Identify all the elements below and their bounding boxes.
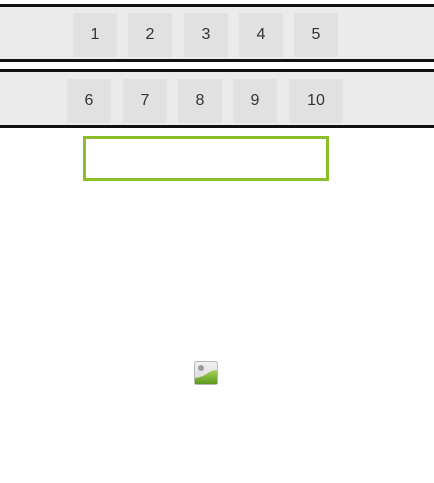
text-input[interactable] xyxy=(83,136,329,181)
page-button-4[interactable]: 4 xyxy=(239,13,283,57)
pagination-bar-top: 1 2 3 4 5 xyxy=(0,4,434,62)
broken-image-icon xyxy=(194,361,218,385)
page-button-6[interactable]: 6 xyxy=(67,79,111,123)
pagination-bar-bottom: 6 7 8 9 10 xyxy=(0,69,434,128)
page-button-9[interactable]: 9 xyxy=(233,79,277,123)
page-button-2[interactable]: 2 xyxy=(128,13,172,57)
page-button-3[interactable]: 3 xyxy=(184,13,228,57)
page-button-7[interactable]: 7 xyxy=(123,79,167,123)
page-button-1[interactable]: 1 xyxy=(73,13,117,57)
page-button-5[interactable]: 5 xyxy=(294,13,338,57)
page-button-10[interactable]: 10 xyxy=(289,79,343,123)
page-button-8[interactable]: 8 xyxy=(178,79,222,123)
